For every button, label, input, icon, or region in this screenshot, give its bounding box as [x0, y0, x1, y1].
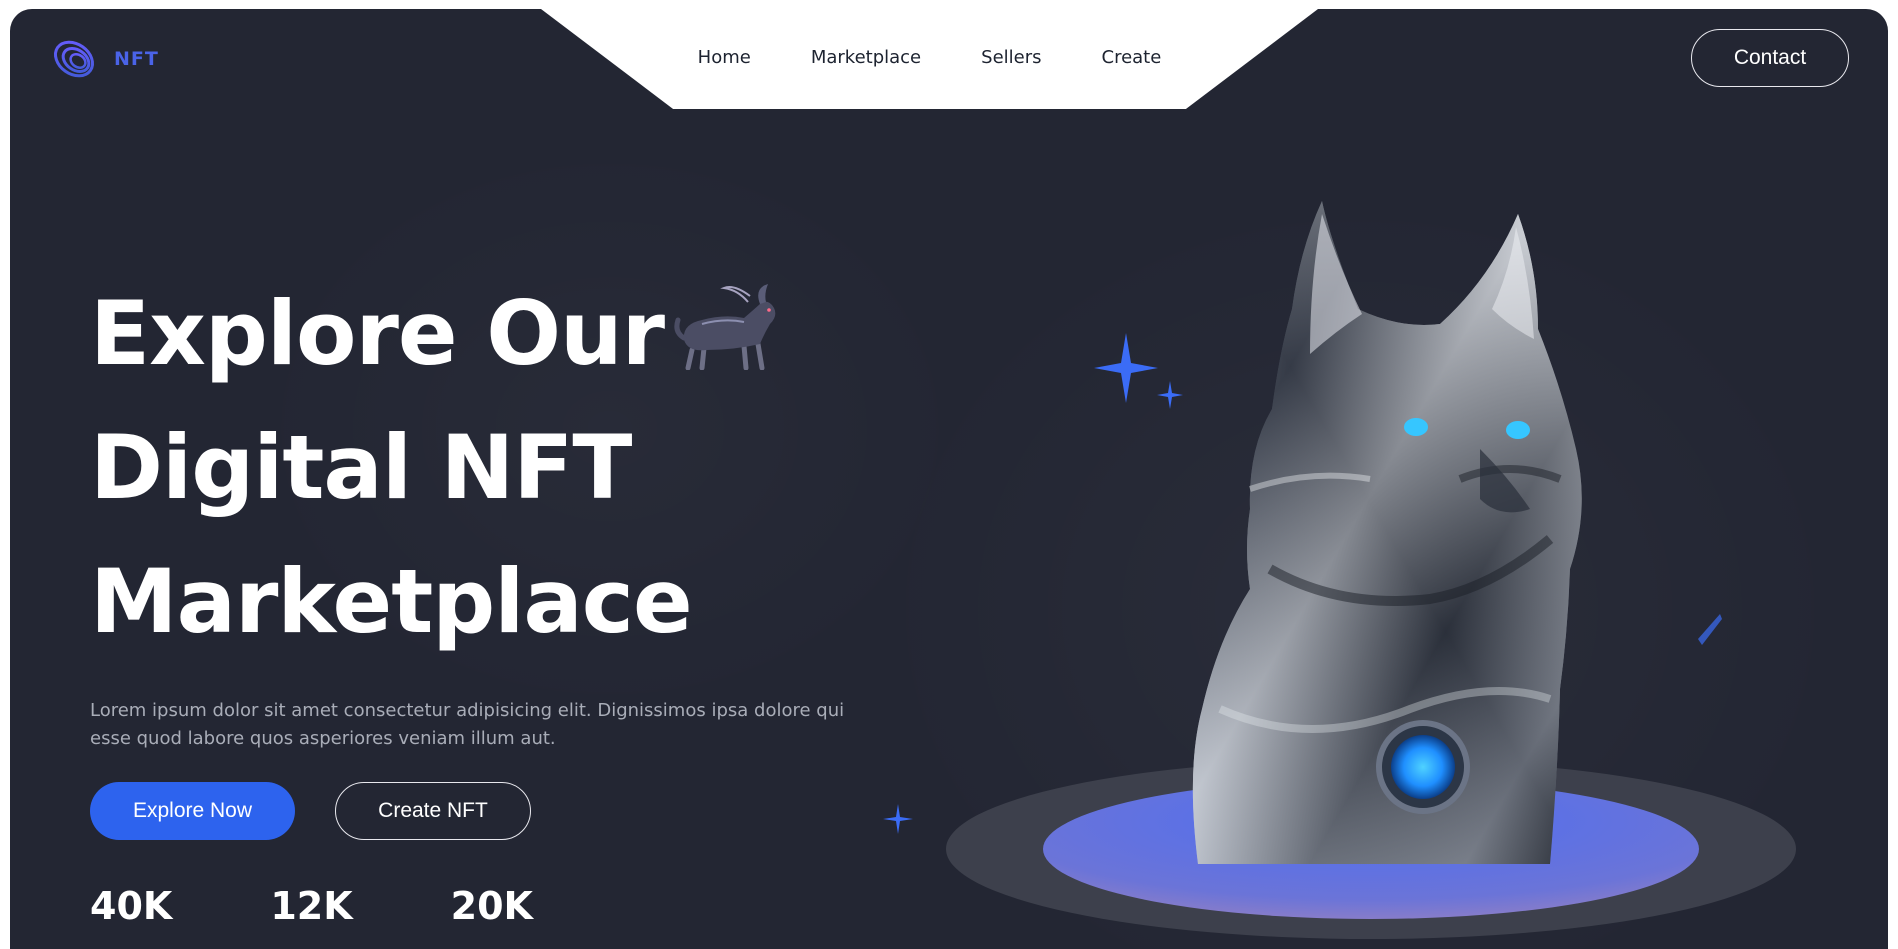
- hero-section: NFT Home Marketplace Sellers Create Cont…: [10, 9, 1888, 949]
- sparkle-streak: [1698, 614, 1722, 645]
- dog-eye-right: [1506, 421, 1530, 439]
- hero-artwork: [883, 201, 1796, 939]
- dog-eye-left: [1404, 418, 1428, 436]
- chrome-dog-sculpture: [1192, 201, 1582, 864]
- sparkle-icon: [883, 333, 1183, 834]
